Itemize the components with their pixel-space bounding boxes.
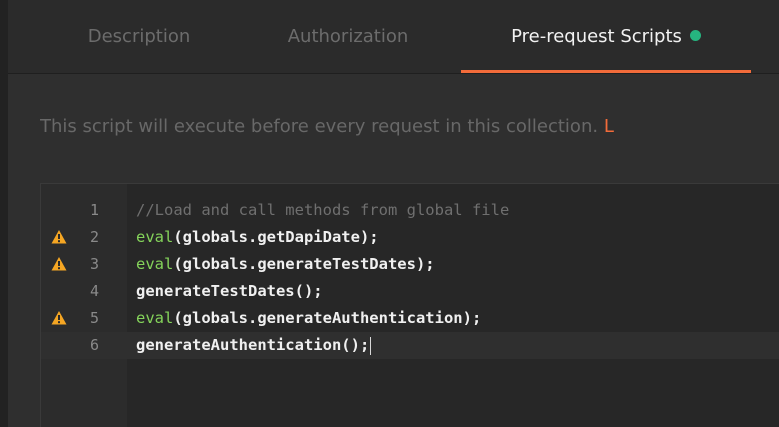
line-number: 4 (89, 282, 99, 300)
window-edge (0, 0, 8, 427)
code-text: eval(globals.generateTestDates); (136, 251, 435, 278)
tab-bar: Description Authorization Pre-request Sc… (8, 0, 779, 74)
active-tab-indicator (461, 70, 751, 73)
code-line[interactable]: 3 eval(globals.generateTestDates); (41, 251, 779, 278)
line-number: 6 (89, 336, 99, 354)
line-number: 3 (89, 255, 99, 273)
code-text: eval(globals.getDapiDate); (136, 224, 379, 251)
code-text: generateAuthentication(); (136, 332, 372, 359)
code-content: generateAuthentication(); (136, 336, 370, 354)
learn-more-link[interactable]: L (604, 116, 614, 137)
code-text: eval(globals.generateAuthentication); (136, 305, 481, 332)
code-content: (globals.generateAuthentication); (173, 309, 482, 327)
code-keyword: eval (136, 255, 174, 273)
code-editor[interactable]: 1 //Load and call methods from global fil… (40, 183, 779, 427)
tab-description[interactable]: Description (64, 0, 214, 73)
line-number: 5 (89, 309, 99, 327)
unsaved-changes-dot-icon (689, 30, 701, 41)
tab-description-label: Description (87, 26, 191, 47)
tab-authorization[interactable]: Authorization (264, 0, 432, 73)
code-keyword: eval (136, 228, 174, 246)
text-cursor (370, 336, 372, 355)
tab-authorization-label: Authorization (287, 26, 409, 47)
code-content: (globals.generateTestDates); (173, 255, 435, 273)
code-line[interactable]: 5 eval(globals.generateAuthentication); (41, 305, 779, 332)
line-number: 1 (89, 201, 99, 219)
code-line[interactable]: 1 //Load and call methods from global fil… (41, 197, 779, 224)
collection-editor: Description Authorization Pre-request Sc… (0, 0, 779, 427)
line-number: 2 (89, 228, 99, 246)
code-text: generateTestDates(); (136, 278, 323, 305)
code-text: //Load and call methods from global file (136, 197, 509, 224)
code-content: //Load and call methods from global file (136, 201, 510, 219)
code-content: generateTestDates(); (136, 282, 323, 300)
tab-pre-request-scripts-label: Pre-request Scripts (511, 26, 682, 47)
code-keyword: eval (136, 309, 174, 327)
code-line[interactable]: 2 eval(globals.getDapiDate); (41, 224, 779, 251)
tab-pre-request-scripts[interactable]: Pre-request Scripts (461, 0, 751, 73)
code-line[interactable]: 4 generateTestDates(); (41, 278, 779, 305)
script-description: This script will execute before every re… (40, 109, 779, 145)
code-line[interactable]: 6 generateAuthentication(); (41, 332, 779, 359)
code-content: (globals.getDapiDate); (173, 228, 379, 246)
script-description-text: This script will execute before every re… (40, 116, 599, 137)
